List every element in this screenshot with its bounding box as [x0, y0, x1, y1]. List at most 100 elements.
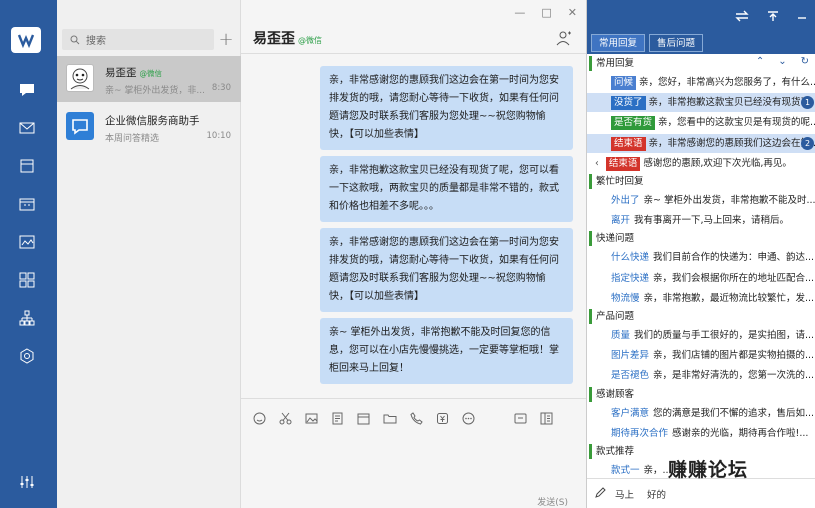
calendar-icon[interactable]: [15, 194, 39, 214]
window-controls: — □ ✕: [514, 6, 577, 19]
reply-text: 亲，非常抱歉这款宝贝已经没有现货了: [648, 97, 811, 109]
message-bubble: 亲，非常感谢您的惠顾我们这边会在第一时间为您安排发货的哦，请您耐心等待一下收货，…: [320, 228, 573, 312]
left-nav: [0, 0, 57, 508]
section-header[interactable]: 繁忙时回复: [589, 174, 814, 189]
message-bubble: 亲，非常抱歉这款宝贝已经没有现货了呢，您可以看一下这款哦，两款宝贝的质量都是非常…: [320, 156, 573, 222]
reply-item[interactable]: 没货了 亲，非常抱歉这款宝贝已经没有现货了 1: [587, 93, 815, 113]
tab-after-sales[interactable]: 售后问题: [649, 34, 704, 52]
reply-item[interactable]: 什么快递 我们目前合作的快递为：申通、韵达...: [587, 248, 815, 267]
add-button[interactable]: +: [217, 29, 235, 50]
reply-key: 指定快递: [611, 272, 650, 284]
maximize-button[interactable]: □: [541, 6, 551, 19]
send-button[interactable]: 发送(S): [537, 495, 568, 508]
divider: [241, 53, 586, 54]
reply-text: 亲，您好，非常高兴为您服务了，有什么...: [639, 77, 815, 88]
reply-key: 客户满意: [611, 407, 650, 419]
reply-text: 亲，您看中的这款宝贝是有现货的呢...: [658, 117, 815, 129]
pin-top-icon[interactable]: [767, 10, 779, 25]
search-placeholder: 搜索: [86, 36, 106, 47]
search-input[interactable]: 搜索: [62, 29, 214, 50]
box-icon[interactable]: [15, 156, 39, 176]
reply-item[interactable]: ‹ 结束语 感谢您的惠顾,欢迎下次光临,再见。: [587, 154, 815, 173]
mail-icon[interactable]: [15, 118, 39, 138]
settings-icon[interactable]: [15, 472, 39, 492]
reply-key: 图片差异: [611, 350, 650, 362]
quick-reply-panel: 常用回复 售后问题 马上 好的 常用回复 ⌃ ⌄ ↻ 问候 亲，您好，非常高兴为您服务了，…: [586, 0, 815, 508]
watermark: 赚赚论坛: [668, 459, 749, 481]
reply-item[interactable]: 图片差异 亲，我们店铺的图片都是实物拍摄的...: [587, 346, 815, 365]
reply-text: 亲，非常感谢您的惠顾我们这边会在第...: [648, 137, 815, 149]
reply-item[interactable]: 质量 我们的质量与手工很好的，是实拍图，请...: [587, 326, 815, 345]
phone-icon[interactable]: [410, 412, 423, 428]
reply-item[interactable]: 是否褪色 亲，是非常好清洗的，您第一次洗的...: [587, 366, 815, 385]
message-bubble: 亲，非常感谢您的惠顾我们这边会在第一时间为您安排发货的哦，请您耐心等待一下收货，…: [320, 66, 573, 150]
reply-item[interactable]: 离开 我有事离开一下,马上回来，请稍后。: [587, 211, 815, 230]
chat-toolbar: [253, 412, 553, 428]
edit-icon[interactable]: [595, 487, 606, 501]
reply-key: 没货了: [611, 96, 646, 111]
history-icon[interactable]: [514, 412, 527, 428]
scissors-icon[interactable]: [279, 412, 292, 428]
document-icon[interactable]: [331, 412, 344, 428]
collapse-icon[interactable]: ⌃: [756, 56, 764, 67]
reply-key: 是否有货: [611, 116, 656, 131]
section-header[interactable]: 产品问题: [589, 309, 814, 324]
shortcut-number-badge: 2: [801, 136, 814, 150]
close-button[interactable]: ✕: [568, 6, 577, 19]
avatar: [66, 64, 94, 92]
refresh-icon[interactable]: ↻: [801, 56, 809, 67]
reply-key: 期待再次合作: [611, 427, 669, 439]
minimize-panel-icon[interactable]: [797, 10, 807, 23]
expand-icon[interactable]: ⌄: [778, 56, 786, 67]
image-icon[interactable]: [15, 232, 39, 252]
reply-key: 结束语: [605, 156, 641, 171]
reply-item[interactable]: 指定快递 亲，我们会根据你所在的地址匹配合...: [587, 269, 815, 288]
calendar-icon[interactable]: [357, 412, 370, 428]
section-header[interactable]: 感谢顾客: [589, 386, 814, 402]
service-assistant-icon: [66, 112, 94, 140]
tab-common-replies[interactable]: 常用回复: [591, 34, 646, 52]
money-icon[interactable]: [436, 412, 449, 428]
conversation-item[interactable]: 企业微信服务商助手 本周问答精选 10:10: [57, 104, 241, 150]
reply-text: 我们目前合作的快递为：申通、韵达...: [653, 252, 815, 264]
compass-icon[interactable]: [15, 346, 39, 366]
person-icon[interactable]: [556, 30, 572, 49]
reply-item[interactable]: 结束语 亲，非常感谢您的惠顾我们这边会在第... 2: [587, 133, 815, 153]
reply-shortcut: 马上: [615, 490, 635, 501]
apps-icon[interactable]: [15, 270, 39, 290]
reply-text: 您的满意是我们不懈的追求，售后如...: [653, 407, 815, 419]
reply-item[interactable]: 客户满意 您的满意是我们不懈的追求，售后如...: [587, 404, 815, 423]
conversation-item[interactable]: 易歪歪 @微信 亲~ 掌柜外出发货，非... 8:30: [57, 56, 241, 102]
chevron-left-icon[interactable]: ‹: [595, 158, 602, 169]
switch-icon[interactable]: [735, 10, 749, 25]
reply-key: 离开: [611, 215, 631, 227]
reply-item[interactable]: 物流慢 亲，非常抱歉，最近物流比较繁忙，发...: [587, 289, 815, 308]
reply-text: 亲，非常抱歉，最近物流比较繁忙，发...: [643, 292, 815, 304]
conversation-list: 搜索 + 易歪歪 @微信 亲~ 掌柜外出发货，非... 8:30 企业微信服务商助…: [57, 0, 241, 508]
conversation-preview: 本周问答精选: [105, 134, 160, 144]
image-icon[interactable]: [305, 412, 318, 428]
chat-panel: — □ ✕ 易歪歪 @微信 亲，非常感谢您的惠顾我们这边会在第一时间为您安排发货的…: [241, 0, 586, 508]
reply-key: 什么快递: [611, 252, 650, 264]
emoji-icon[interactable]: [253, 412, 266, 428]
reply-text: 感谢您的惠顾,欢迎下次光临,再见。: [643, 157, 792, 169]
quick-reply-tabs: 常用回复 售后问题: [587, 34, 815, 54]
more-icon[interactable]: [462, 412, 475, 428]
org-icon[interactable]: [15, 308, 39, 328]
conversation-preview: 亲~ 掌柜外出发货，非...: [105, 86, 205, 96]
minimize-button[interactable]: —: [514, 6, 525, 19]
sidebar-toggle-icon[interactable]: [540, 412, 553, 428]
reply-item[interactable]: 是否有货 亲，您看中的这款宝贝是有现货的呢...: [587, 113, 815, 132]
message-bubble: 亲~ 掌柜外出发货，非常抱歉不能及时回复您的信息，您可以在小店先慢慢挑选，一定要…: [320, 318, 573, 384]
logo-icon[interactable]: [11, 27, 41, 53]
reply-item[interactable]: 期待再次合作 感谢亲的光临，期待再合作啦!...: [587, 424, 815, 443]
section-header[interactable]: 快递问题: [589, 231, 814, 247]
chat-title: 易歪歪 @微信: [253, 31, 322, 47]
folder-icon[interactable]: [383, 412, 397, 428]
chat-icon[interactable]: [15, 80, 39, 100]
shortcut-number-badge: 1: [801, 96, 814, 110]
reply-item[interactable]: 问候 亲，您好，非常高兴为您服务了，有什么...: [587, 73, 815, 92]
reply-item[interactable]: 外出了 亲~ 掌柜外出发货，非常抱歉不能及时...: [587, 191, 815, 210]
reply-text: 亲，是非常好清洗的，您第一次洗的...: [653, 370, 815, 382]
reply-key: 问候: [611, 76, 637, 90]
